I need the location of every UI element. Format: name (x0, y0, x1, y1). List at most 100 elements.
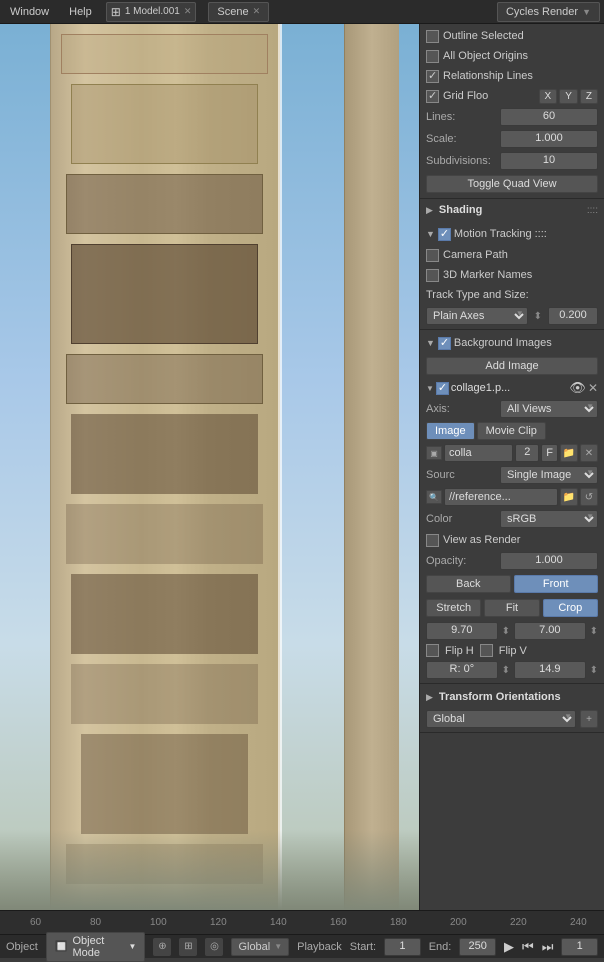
shading-section-header[interactable]: ▶ Shading :::: (420, 199, 604, 221)
scale-value[interactable]: 1.000 (500, 130, 598, 148)
relationship-lines-checkbox[interactable] (426, 70, 439, 83)
rotation-row: R: 0° ⬍ 14.9 ⬍ (420, 659, 604, 681)
collage-arrow-icon: ▼ (426, 384, 434, 393)
crop-button[interactable]: Crop (543, 599, 598, 617)
opacity-value[interactable]: 1.000 (500, 552, 598, 570)
status-bar: Object 🔲 Object Mode ▼ ⊕ ⊞ ◎ Global ▼ Pl… (0, 934, 604, 958)
timeline-num-200: 200 (450, 917, 510, 928)
movie-clip-tab[interactable]: Movie Clip (477, 422, 546, 440)
image-tabs: Image Movie Clip (426, 422, 546, 440)
bg-images-checkbox[interactable] (438, 337, 451, 350)
track-type-dropdown[interactable]: Plain Axes (426, 307, 528, 325)
main-content: Outline Selected All Object Origins Rela… (0, 24, 604, 910)
transform-arrow-icon: ▶ (426, 692, 433, 703)
scene-label: Scene (217, 6, 248, 18)
subdivisions-value[interactable]: 10 (500, 152, 598, 170)
fit-button[interactable]: Fit (484, 599, 539, 617)
proportional-icon-btn[interactable]: ◎ (205, 938, 223, 956)
next-frame-button[interactable]: ⏭ (542, 939, 554, 955)
background-images-header[interactable]: ▼ Background Images (420, 332, 604, 354)
add-orientation-icon[interactable]: + (580, 710, 598, 728)
track-type-select[interactable]: Plain Axes (426, 307, 528, 325)
grid-floo-checkbox[interactable] (426, 90, 439, 103)
toggle-quad-view-button[interactable]: Toggle Quad View (426, 175, 598, 193)
scene-selector[interactable]: Scene ✕ (208, 2, 269, 22)
global-row: Global + (420, 708, 604, 730)
global-transform-block[interactable]: Global ▼ (231, 938, 289, 956)
color-select-wrapper[interactable]: sRGB (500, 510, 598, 528)
x-value[interactable]: 9.70 (426, 622, 498, 640)
outline-selected-checkbox[interactable] (426, 30, 439, 43)
end-label: End: (429, 941, 452, 953)
motion-tracking-checkbox[interactable] (438, 228, 451, 241)
all-object-origins-checkbox[interactable] (426, 50, 439, 63)
relationship-lines-label: Relationship Lines (443, 70, 533, 82)
track-number[interactable]: 0.200 (548, 307, 598, 325)
timeline-num-120: 120 (210, 917, 270, 928)
rotation-extra[interactable]: 14.9 (514, 661, 586, 679)
file-icon: ▣ (426, 446, 442, 460)
filepath-folder-icon[interactable]: 📁 (560, 488, 578, 506)
y-value[interactable]: 7.00 (514, 622, 586, 640)
marker-names-row: 3D Marker Names (420, 265, 604, 285)
global-dropdown[interactable]: Global (426, 710, 576, 728)
axis-dropdown[interactable]: All Views (500, 400, 598, 418)
grid-y-btn[interactable]: Y (559, 89, 578, 104)
timeline-num-140: 140 (270, 917, 330, 928)
collage-checkbox[interactable] (436, 382, 449, 395)
overlays-section: Outline Selected All Object Origins Rela… (420, 24, 604, 199)
timeline-num-60: 60 (30, 917, 90, 928)
frame-number[interactable]: 2 (515, 444, 539, 462)
image-tab[interactable]: Image (426, 422, 475, 440)
subdivisions-row: Subdivisions: 10 (420, 150, 604, 172)
play-button[interactable]: ▶ (504, 939, 514, 955)
current-frame[interactable]: 1 (561, 938, 598, 956)
flip-h-checkbox[interactable] (426, 644, 439, 657)
add-icon[interactable]: ✕ (580, 444, 598, 462)
flip-row: Flip H Flip V (420, 642, 604, 659)
filepath-refresh-icon[interactable]: ↺ (580, 488, 598, 506)
menu-help[interactable]: Help (63, 4, 98, 20)
transform-icon-btn[interactable]: ⊕ (153, 938, 171, 956)
marker-names-checkbox[interactable] (426, 269, 439, 282)
filepath-icon: 🔍 (426, 490, 442, 504)
close-icon[interactable]: ✕ (588, 381, 598, 395)
shading-arrow-icon: ▶ (426, 205, 433, 216)
start-value[interactable]: 1 (384, 938, 421, 956)
global-select-wrapper[interactable]: Global (426, 710, 576, 728)
axis-select-wrapper[interactable]: All Views (500, 400, 598, 418)
collage-name: collage1.p... (451, 382, 568, 394)
f-label: F (541, 444, 558, 462)
color-dropdown[interactable]: sRGB (500, 510, 598, 528)
filepath-display[interactable]: //reference... (444, 488, 558, 506)
snap-icon-btn[interactable]: ⊞ (179, 938, 197, 956)
render-selector[interactable]: Cycles Render ▼ (497, 2, 600, 22)
object-mode-selector[interactable]: 🔲 Object Mode ▼ (46, 932, 146, 962)
viewport[interactable] (0, 24, 419, 910)
track-type-row: Track Type and Size: (420, 285, 604, 305)
eye-icon[interactable]: 👁 (569, 380, 586, 396)
grid-z-btn[interactable]: Z (580, 89, 598, 104)
flip-h-label: Flip H (445, 645, 474, 657)
window-selector[interactable]: ⊞ 1 Model.001 ✕ (106, 2, 197, 22)
folder-icon[interactable]: 📁 (560, 444, 578, 462)
rotation-value[interactable]: R: 0° (426, 661, 498, 679)
add-image-button[interactable]: Add Image (426, 357, 598, 375)
menu-window[interactable]: Window (4, 4, 55, 20)
grid-x-btn[interactable]: X (539, 89, 558, 104)
flip-v-checkbox[interactable] (480, 644, 493, 657)
prev-frame-button[interactable]: ⏮ (522, 939, 534, 955)
transform-orientations-header[interactable]: ▶ Transform Orientations (420, 686, 604, 708)
end-value[interactable]: 250 (459, 938, 496, 956)
source-select-wrapper[interactable]: Single Image (500, 466, 598, 484)
camera-path-checkbox[interactable] (426, 249, 439, 262)
outline-selected-row: Outline Selected (420, 26, 604, 46)
timeline-num-80: 80 (90, 917, 150, 928)
stretch-button[interactable]: Stretch (426, 599, 481, 617)
back-button[interactable]: Back (426, 575, 511, 593)
lines-value[interactable]: 60 (500, 108, 598, 126)
view-as-render-checkbox[interactable] (426, 534, 439, 547)
front-button[interactable]: Front (514, 575, 599, 593)
source-dropdown[interactable]: Single Image (500, 466, 598, 484)
motion-tracking-header[interactable]: ▼ Motion Tracking :::: (420, 223, 604, 245)
